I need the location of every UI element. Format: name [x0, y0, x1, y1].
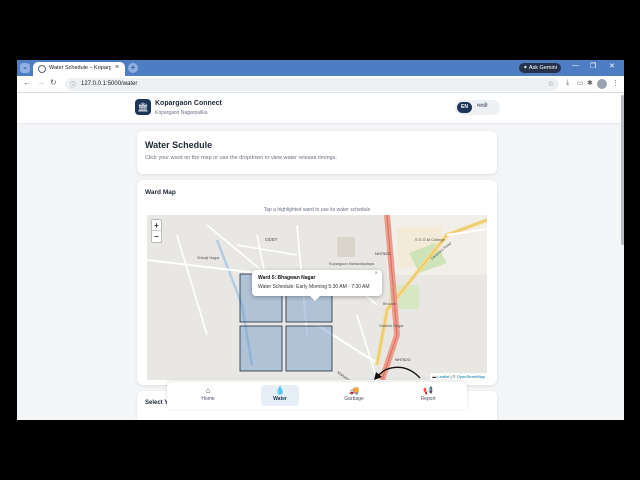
map-attribution: ▬ Leaflet | © OpenStreetMap [430, 373, 487, 380]
attribution-separator: | © [449, 374, 457, 379]
download-icon[interactable]: ⤓ [566, 79, 569, 87]
nav-garbage[interactable]: 🚚 Garbage [335, 385, 373, 406]
forward-arrow-icon[interactable]: → [37, 78, 45, 87]
nav-water[interactable]: 💧 Water [261, 385, 299, 406]
map-label-shivaji-nagar: Shivaji Nagar [197, 256, 220, 260]
building-icon: 🏛 [135, 99, 151, 115]
scroll-thumb[interactable] [621, 95, 624, 245]
url-text: 127.0.0.1:5000/water [81, 81, 138, 87]
reload-icon[interactable]: ↻ [50, 78, 57, 87]
maximize-icon[interactable]: ❐ [590, 62, 596, 70]
tab-search-icon[interactable]: ⌄ [20, 63, 30, 73]
map-label-bhuvan: Bhuvan [383, 302, 396, 306]
kebab-menu-icon[interactable]: ⋮ [612, 79, 619, 87]
map-label-area: Kopargaon Mahavidyalaya [329, 262, 375, 266]
ward-map-title: Ward Map [145, 189, 176, 196]
megaphone-icon: 📢 [423, 386, 433, 395]
popup-schedule: Water Schedule: Early Morning 5:30 AM - … [258, 284, 370, 290]
select-ward-label: Select Y [145, 400, 169, 406]
nav-water-label: Water [273, 396, 287, 402]
nav-home[interactable]: ⌂ Home [189, 385, 227, 406]
ward-popup: Ward 5: Bhagwan Nagar Water Schedule: Ea… [252, 270, 382, 301]
puzzle-icon[interactable]: ✱ [587, 79, 593, 87]
zoom-in-button[interactable]: + [152, 220, 161, 231]
cast-icon[interactable]: ▭ [577, 79, 584, 87]
page-description: Click your ward on the map or use the dr… [145, 155, 337, 161]
browser-toolbar: ← → ↻ ⓘ 127.0.0.1:5000/water ☆ ⤓ ▭ ✱ ⋮ [17, 76, 624, 93]
flag-icon: ▬ [432, 374, 437, 379]
ward-map-card: Ward Map Tap a highlighted ward to use i… [137, 180, 497, 385]
app-header: 🏛 Kopargaon Connect Kopargaon Nagarpalik… [17, 93, 621, 124]
map-label-nh752g-north: NH752G [375, 251, 391, 256]
language-toggle: EN मराठी [455, 100, 500, 115]
browser-window: ⌄ Water Schedule – Kopargaon C × + ✦ Ask… [17, 60, 624, 420]
zoom-out-button[interactable]: − [152, 231, 161, 242]
truck-icon: 🚚 [349, 386, 359, 395]
nav-report-label: Report [420, 396, 436, 402]
map-hint: Tap a highlighted ward to use its water … [263, 207, 371, 213]
popup-tip [310, 296, 320, 301]
nav-garbage-label: Garbage [344, 396, 364, 402]
map-label-odbt: ODBT [265, 237, 278, 242]
page-scrollbar[interactable] [621, 93, 624, 420]
tab-strip: ⌄ Water Schedule – Kopargaon C × + ✦ Ask… [17, 60, 624, 76]
popup-close-button[interactable]: × [374, 271, 378, 277]
home-icon: ⌂ [205, 386, 211, 395]
leaflet-link[interactable]: Leaflet [437, 374, 449, 379]
tab-title: Water Schedule – Kopargaon C [49, 65, 111, 71]
water-drop-icon: 💧 [275, 386, 285, 395]
minimize-icon[interactable]: — [572, 62, 579, 69]
bottom-nav: ⌂ Home 💧 Water 🚚 Garbage 📢 Report [167, 382, 467, 409]
nav-report[interactable]: 📢 Report [409, 385, 447, 406]
app-name: Kopargaon Connect [155, 100, 222, 107]
close-icon[interactable]: × [115, 64, 119, 71]
back-arrow-icon[interactable]: ← [23, 78, 31, 87]
map-label-ganesh-nagar: Ganesh Nagar [379, 324, 404, 328]
lang-en-button[interactable]: EN [457, 102, 472, 113]
star-icon[interactable]: ☆ [548, 80, 554, 88]
osm-link[interactable]: OpenStreetMap [457, 374, 485, 379]
address-bar[interactable]: ⓘ 127.0.0.1:5000/water ☆ [65, 78, 559, 91]
ask-gemini-button[interactable]: ✦ Ask Gemini [519, 63, 561, 73]
annotation-arrow-icon [374, 366, 421, 380]
zoom-control: + − [151, 219, 162, 243]
globe-icon [38, 65, 46, 73]
intro-card: Water Schedule Click your ward on the ma… [137, 131, 497, 174]
app-subtitle: Kopargaon Nagarpalika [155, 110, 208, 116]
profile-avatar[interactable] [597, 79, 607, 89]
popup-ward-name: Ward 5: Bhagwan Nagar [258, 275, 316, 281]
ward-map[interactable]: ODBT S.S.G.M College NH752G NH752G Sanji… [147, 215, 487, 380]
browser-tab[interactable]: Water Schedule – Kopargaon C × [33, 62, 125, 76]
page-title: Water Schedule [145, 140, 213, 150]
nav-home-label: Home [201, 396, 215, 402]
map-label-college: S.S.G.M College [415, 237, 446, 242]
window-close-icon[interactable]: ✕ [609, 62, 615, 70]
page-viewport: 🏛 Kopargaon Connect Kopargaon Nagarpalik… [17, 93, 624, 420]
new-tab-button[interactable]: + [128, 63, 138, 73]
lang-mr-button[interactable]: मराठी [477, 103, 488, 109]
site-info-icon[interactable]: ⓘ [70, 80, 76, 89]
